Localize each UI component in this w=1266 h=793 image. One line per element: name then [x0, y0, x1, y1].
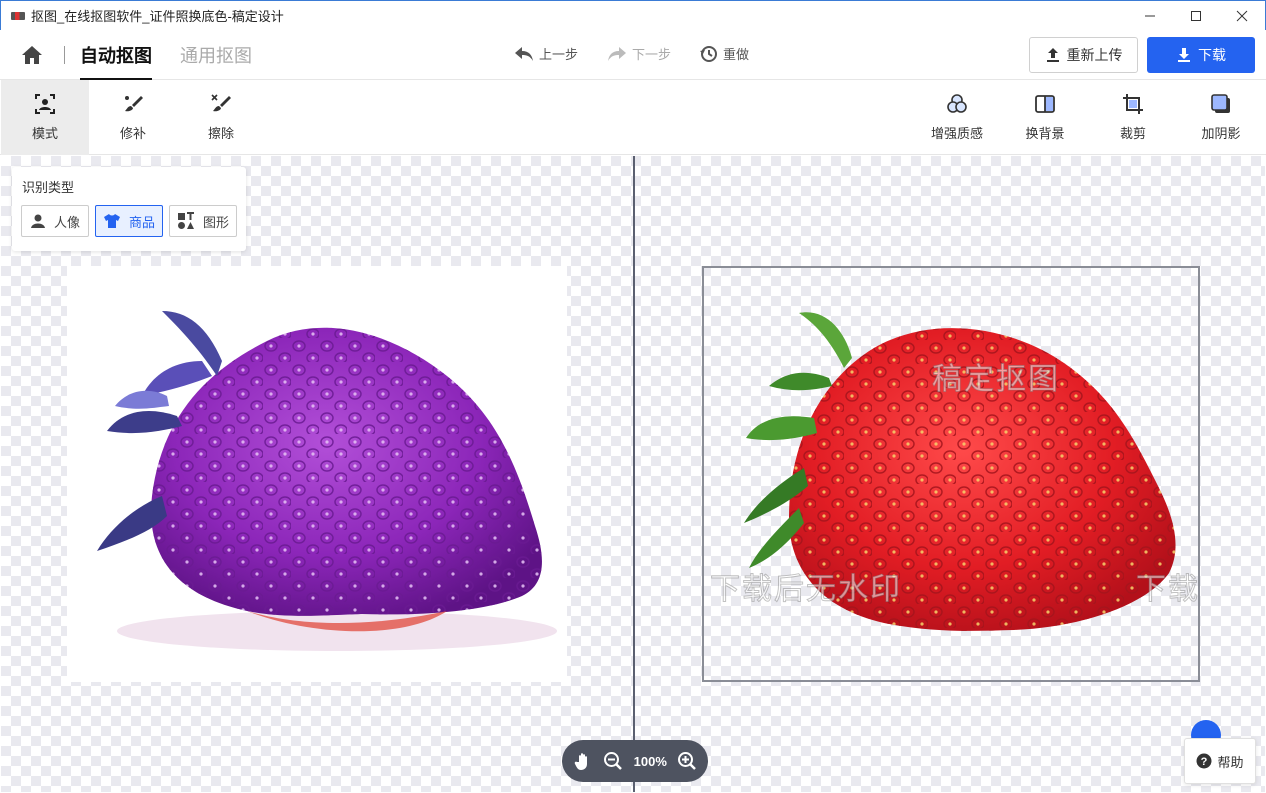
download-label: 下载	[1198, 47, 1226, 63]
zoom-bar: 100%	[562, 740, 708, 782]
maximize-button[interactable]	[1173, 1, 1219, 31]
tool-repair-label: 修补	[119, 126, 146, 141]
tool-crop[interactable]: 裁剪	[1089, 80, 1177, 155]
recognition-option-portrait-label: 人像	[53, 214, 80, 230]
tool-change-background-label: 换背景	[1025, 126, 1065, 141]
close-button[interactable]	[1219, 1, 1265, 31]
recognition-option-portrait[interactable]: 人像	[21, 205, 89, 237]
enhance-icon	[947, 94, 967, 113]
maximize-icon	[1191, 11, 1201, 21]
reset-label: 重做	[723, 47, 750, 62]
tool-erase[interactable]: 擦除	[177, 80, 265, 155]
help-icon: ?	[1196, 753, 1212, 769]
zoom-in-icon[interactable]	[677, 751, 697, 771]
minimize-icon	[1145, 15, 1155, 17]
title-bar: 抠图_在线抠图软件_证件照换底色-稿定设计	[0, 0, 1266, 30]
tool-add-shadow[interactable]: 加阴影	[1177, 80, 1265, 155]
watermark-no-watermark-after-download: 下载后无水印	[710, 573, 902, 607]
compare-divider[interactable]	[633, 156, 635, 792]
home-icon	[22, 46, 42, 64]
repair-brush-icon	[125, 96, 143, 112]
recognition-option-product-label: 商品	[128, 214, 155, 230]
tool-repair[interactable]: 修补	[89, 80, 177, 155]
recognition-type-panel: 识别类型 人像 商品 图形	[12, 167, 246, 251]
crop-icon	[1123, 94, 1143, 114]
tab-general-cutout[interactable]: 通用抠图	[180, 42, 252, 68]
original-strawberry-image	[97, 311, 557, 651]
redo-button[interactable]: 下一步	[607, 44, 671, 63]
redo-label: 下一步	[632, 47, 672, 62]
redo-icon	[608, 46, 626, 61]
header: 自动抠图 通用抠图 上一步 下一步 重做 重新上传 下载	[0, 30, 1266, 80]
watermark-repeat: 下载	[1136, 573, 1200, 607]
hand-pan-icon[interactable]	[573, 751, 593, 771]
home-button[interactable]	[20, 44, 44, 66]
header-divider	[64, 46, 65, 64]
history-icon	[700, 45, 717, 62]
help-button[interactable]: ? 帮助	[1184, 738, 1256, 784]
result-preview: 稿定抠图 下载后无水印 下载	[702, 266, 1200, 682]
recognition-option-product[interactable]: 商品	[95, 205, 163, 237]
original-image	[67, 266, 567, 682]
editor-canvas[interactable]: 稿定抠图 下载后无水印 下载 识别类型 人像 商品 图形 100% ? 帮助	[1, 156, 1265, 792]
undo-label: 上一步	[539, 47, 579, 62]
recognition-option-graphic-label: 图形	[202, 214, 229, 230]
tshirt-icon	[103, 214, 120, 228]
tool-mode-label: 模式	[31, 126, 58, 141]
result-strawberry-image	[744, 312, 1176, 631]
reupload-label: 重新上传	[1066, 47, 1123, 63]
shadow-icon	[1211, 94, 1230, 113]
toolbar: 模式 修补 擦除 增强质感 换背景 裁剪 加阴影	[0, 80, 1266, 155]
reset-button[interactable]: 重做	[700, 44, 749, 63]
zoom-level: 100%	[633, 753, 667, 769]
app-logo	[11, 11, 25, 20]
undo-button[interactable]: 上一步	[514, 44, 578, 63]
download-button[interactable]: 下载	[1147, 37, 1255, 73]
reupload-button[interactable]: 重新上传	[1029, 37, 1138, 73]
tool-change-background[interactable]: 换背景	[1001, 80, 1089, 155]
svg-text:?: ?	[1201, 756, 1208, 768]
upload-icon	[1046, 48, 1059, 62]
tool-enhance-label: 增强质感	[930, 126, 983, 141]
undo-icon	[515, 46, 533, 61]
window-controls	[1127, 1, 1265, 31]
watermark-brand: 稿定抠图	[932, 363, 1060, 397]
tool-mode[interactable]: 模式	[1, 80, 89, 155]
zoom-out-icon[interactable]	[603, 751, 623, 771]
help-label: 帮助	[1217, 754, 1244, 770]
tool-crop-label: 裁剪	[1119, 126, 1146, 141]
recognition-type-title: 识别类型	[22, 180, 75, 195]
tool-erase-label: 擦除	[207, 126, 234, 141]
download-icon	[1178, 48, 1190, 62]
mode-icon	[35, 94, 55, 114]
close-icon	[1236, 10, 1248, 22]
tab-auto-cutout[interactable]: 自动抠图	[80, 42, 152, 80]
shapes-icon	[177, 212, 194, 229]
background-icon	[1035, 95, 1055, 113]
recognition-option-graphic[interactable]: 图形	[169, 205, 237, 237]
tool-enhance[interactable]: 增强质感	[913, 80, 1001, 155]
tool-add-shadow-label: 加阴影	[1201, 126, 1241, 141]
erase-brush-icon	[211, 94, 231, 112]
minimize-button[interactable]	[1127, 1, 1173, 31]
person-icon	[30, 214, 45, 228]
window-title: 抠图_在线抠图软件_证件照换底色-稿定设计	[31, 9, 284, 24]
